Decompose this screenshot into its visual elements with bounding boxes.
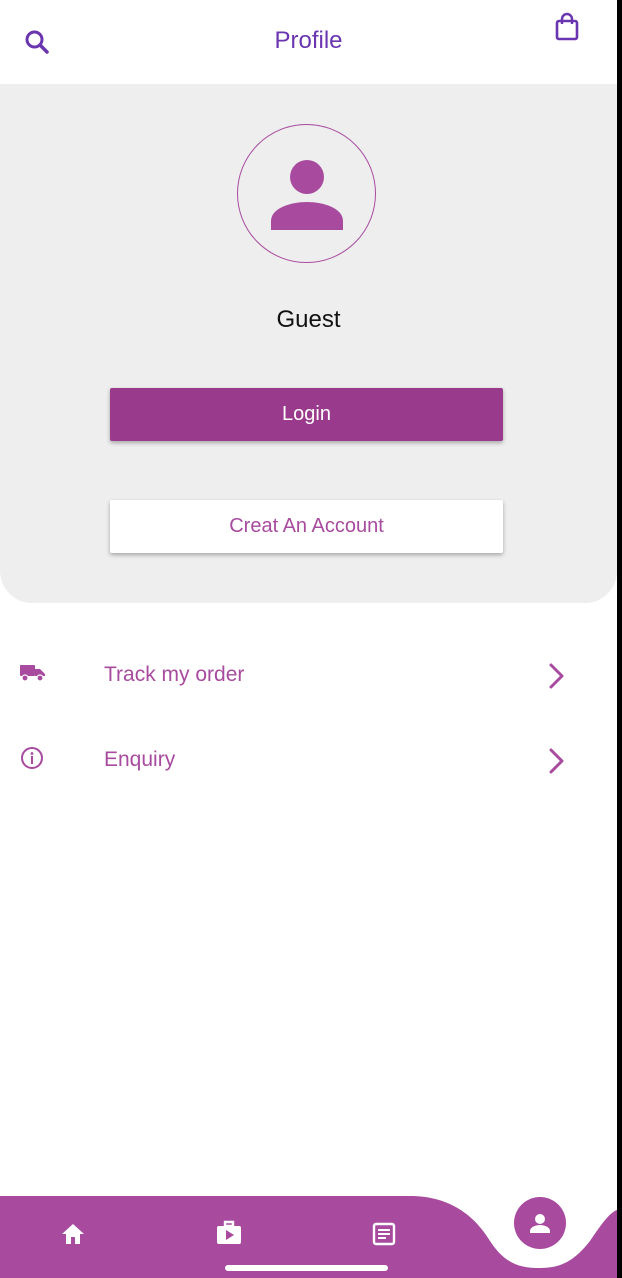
menu-item-enquiry[interactable]: Enquiry [0, 731, 617, 791]
user-name: Guest [276, 306, 341, 333]
profile-card: Guest Login Creat An Account [0, 84, 617, 603]
page-title: Profile [274, 27, 343, 54]
shopping-bag-icon[interactable] [553, 12, 581, 42]
video-library-icon[interactable] [215, 1220, 243, 1251]
login-button[interactable]: Login [110, 388, 503, 441]
menu-item-label: Enquiry [104, 748, 176, 771]
chevron-right-icon [545, 662, 569, 695]
profile-screen: Profile Guest Login Creat An Account Tra… [0, 0, 617, 1278]
nav-profile-button[interactable] [514, 1197, 566, 1249]
truck-icon [19, 662, 47, 689]
person-icon [530, 1214, 550, 1233]
home-icon[interactable] [60, 1222, 86, 1251]
info-icon [19, 745, 45, 776]
create-account-button[interactable]: Creat An Account [110, 500, 503, 553]
home-indicator [225, 1265, 388, 1271]
menu-item-label: Track my order [104, 663, 245, 686]
app-bar: Profile [0, 0, 617, 84]
chevron-right-icon [545, 747, 569, 780]
person-icon [271, 160, 343, 230]
article-icon[interactable] [372, 1222, 396, 1251]
menu-item-track-order[interactable]: Track my order [0, 646, 617, 706]
avatar [237, 124, 376, 263]
